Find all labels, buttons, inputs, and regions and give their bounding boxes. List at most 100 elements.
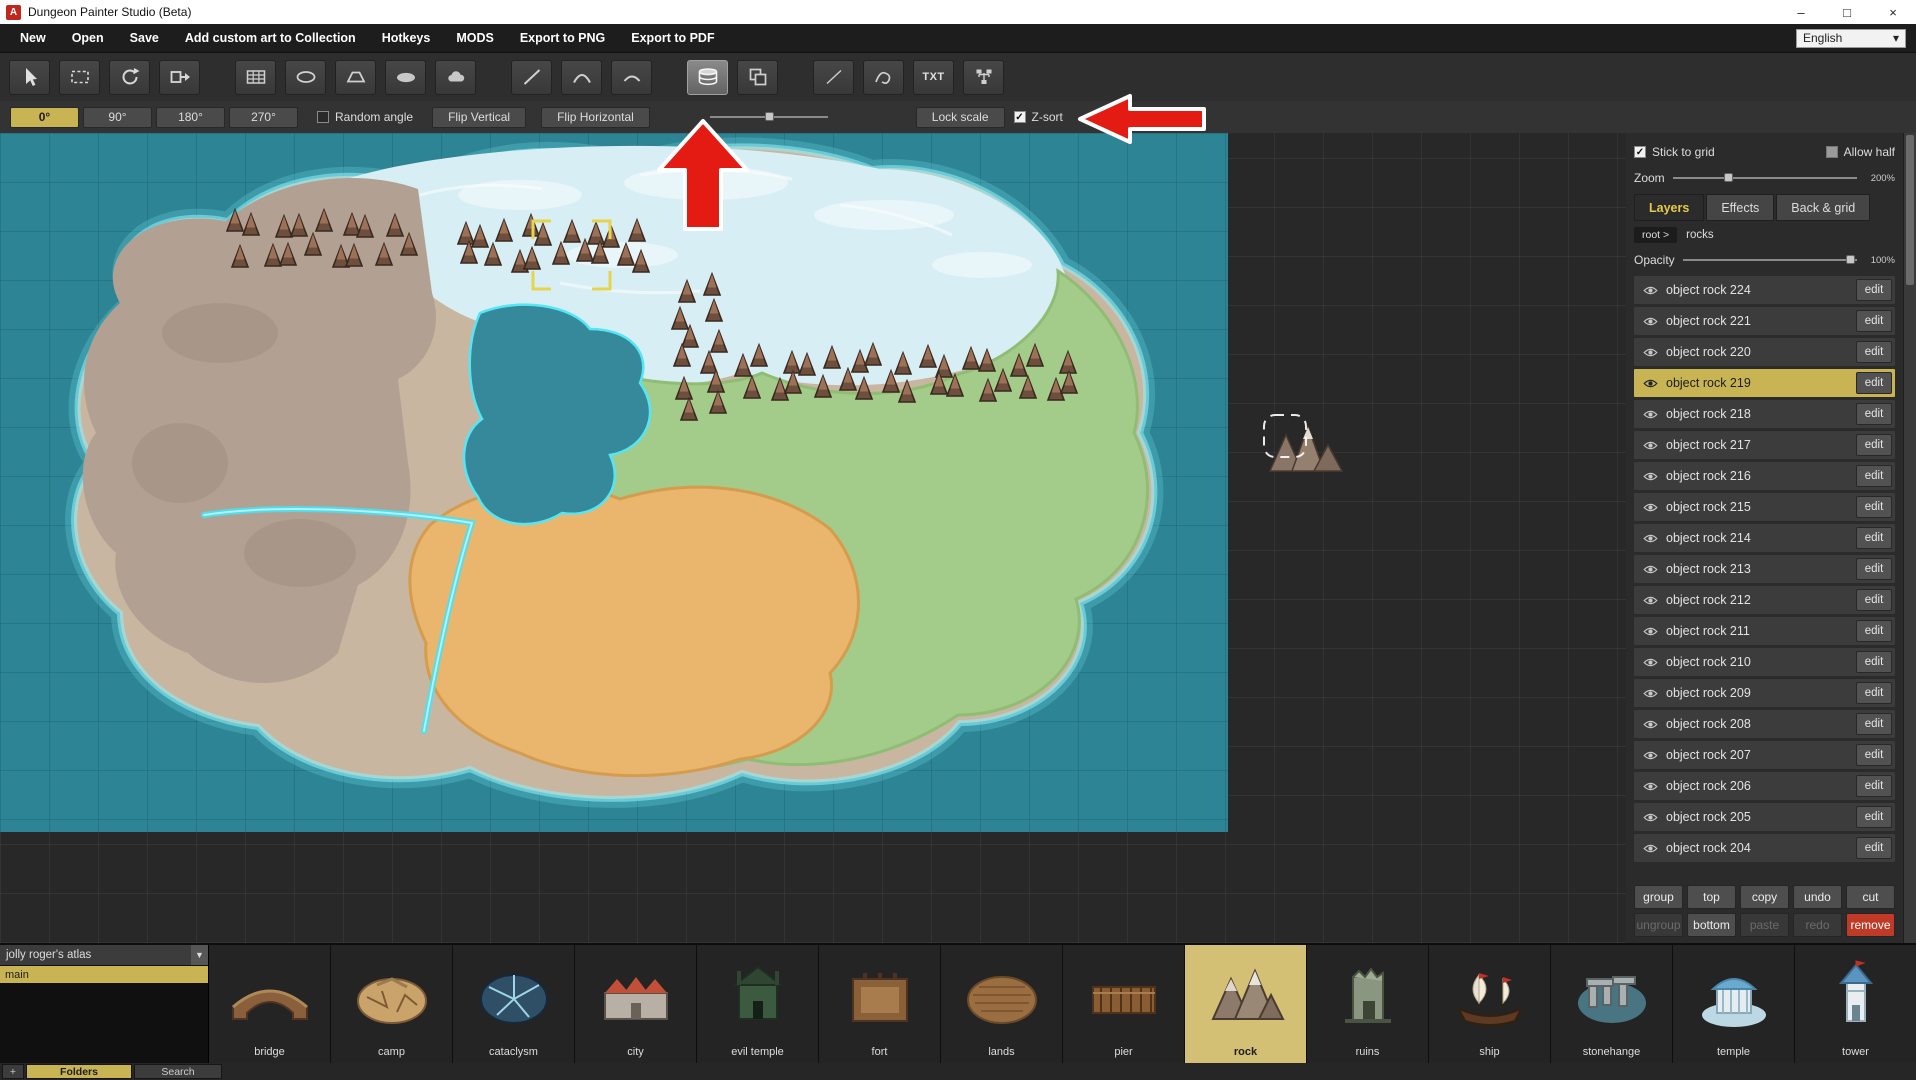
menu-item-add-custom-art-to-collection[interactable]: Add custom art to Collection — [175, 27, 366, 49]
asset-card-pier[interactable]: pier — [1063, 945, 1185, 1064]
visibility-eye-icon[interactable] — [1643, 564, 1658, 575]
selected-rock-object[interactable] — [1262, 413, 1350, 487]
layer-row-object-rock-219[interactable]: object rock 219 edit — [1634, 369, 1895, 397]
layer-edit-button[interactable]: edit — [1856, 341, 1892, 363]
visibility-eye-icon[interactable] — [1643, 347, 1658, 358]
rotate-0deg-button[interactable]: 0° — [10, 106, 79, 128]
layer-edit-button[interactable]: edit — [1856, 713, 1892, 735]
asset-card-city[interactable]: city — [575, 945, 697, 1064]
menu-item-export-to-pdf[interactable]: Export to PDF — [621, 27, 724, 49]
layer-edit-button[interactable]: edit — [1856, 279, 1892, 301]
visibility-eye-icon[interactable] — [1643, 843, 1658, 854]
atlas-dropdown[interactable]: jolly roger's atlas ▼ — [0, 945, 208, 965]
rotate-90deg-button[interactable]: 90° — [83, 106, 152, 128]
menu-item-new[interactable]: New — [10, 27, 56, 49]
layer-row-object-rock-217[interactable]: object rock 217 edit — [1634, 431, 1895, 459]
menu-item-mods[interactable]: MODS — [446, 27, 504, 49]
node-tree-tool-button[interactable] — [963, 59, 1004, 95]
pointer-tool-button[interactable] — [9, 59, 50, 95]
layer-row-object-rock-208[interactable]: object rock 208 edit — [1634, 710, 1895, 738]
visibility-eye-icon[interactable] — [1643, 688, 1658, 699]
visibility-eye-icon[interactable] — [1643, 626, 1658, 637]
tab-layers[interactable]: Layers — [1634, 194, 1705, 221]
zoom-slider[interactable] — [1672, 172, 1857, 184]
layer-edit-button[interactable]: edit — [1856, 806, 1892, 828]
visibility-eye-icon[interactable] — [1643, 440, 1658, 451]
visibility-eye-icon[interactable] — [1643, 812, 1658, 823]
visibility-eye-icon[interactable] — [1643, 719, 1658, 730]
flip-vertical-button[interactable]: Flip Vertical — [432, 106, 527, 128]
layer-edit-button[interactable]: edit — [1856, 682, 1892, 704]
asset-card-temple[interactable]: temple — [1673, 945, 1795, 1064]
layer-edit-button[interactable]: edit — [1856, 837, 1892, 859]
top-button[interactable]: top — [1687, 885, 1736, 909]
menu-item-open[interactable]: Open — [62, 27, 114, 49]
layer-row-object-rock-212[interactable]: object rock 212 edit — [1634, 586, 1895, 614]
slider-handle[interactable] — [764, 112, 774, 121]
layer-edit-button[interactable]: edit — [1856, 651, 1892, 673]
map-canvas[interactable] — [0, 133, 1626, 943]
layer-row-object-rock-218[interactable]: object rock 218 edit — [1634, 400, 1895, 428]
rotate-180deg-button[interactable]: 180° — [156, 106, 225, 128]
asset-card-fort[interactable]: fort — [819, 945, 941, 1064]
line-draw-tool-button[interactable] — [813, 59, 854, 95]
minimize-button[interactable]: – — [1778, 0, 1824, 24]
asset-card-rock[interactable]: rock — [1185, 945, 1307, 1064]
visibility-eye-icon[interactable] — [1643, 657, 1658, 668]
layer-edit-button[interactable]: edit — [1856, 589, 1892, 611]
asset-card-ruins[interactable]: ruins — [1307, 945, 1429, 1064]
panel-scrollbar[interactable] — [1903, 133, 1916, 943]
menu-item-save[interactable]: Save — [120, 27, 169, 49]
allow-half-checkbox[interactable]: Allow half — [1825, 145, 1895, 159]
asset-card-evil-temple[interactable]: evil temple — [697, 945, 819, 1064]
visibility-eye-icon[interactable] — [1643, 595, 1658, 606]
close-button[interactable]: × — [1870, 0, 1916, 24]
group-button[interactable]: group — [1634, 885, 1683, 909]
add-folder-button[interactable]: + — [2, 1064, 24, 1079]
maximize-button[interactable]: □ — [1824, 0, 1870, 24]
folders-tab-button[interactable]: Folders — [26, 1064, 132, 1079]
asset-card-tower[interactable]: tower — [1795, 945, 1916, 1064]
layer-row-object-rock-210[interactable]: object rock 210 edit — [1634, 648, 1895, 676]
menu-item-export-to-png[interactable]: Export to PNG — [510, 27, 615, 49]
layer-row-object-rock-209[interactable]: object rock 209 edit — [1634, 679, 1895, 707]
layer-edit-button[interactable]: edit — [1856, 744, 1892, 766]
trapezoid-room-tool-button[interactable] — [335, 59, 376, 95]
asset-card-lands[interactable]: lands — [941, 945, 1063, 1064]
layer-edit-button[interactable]: edit — [1856, 434, 1892, 456]
layer-row-object-rock-216[interactable]: object rock 216 edit — [1634, 462, 1895, 490]
rotate-270deg-button[interactable]: 270° — [229, 106, 298, 128]
text-tool-button[interactable]: TXT — [913, 59, 954, 95]
ellipse-room-tool-button[interactable] — [285, 59, 326, 95]
marquee-select-tool-button[interactable] — [59, 59, 100, 95]
scale-slider[interactable] — [709, 110, 828, 124]
cut-button[interactable]: cut — [1846, 885, 1895, 909]
visibility-eye-icon[interactable] — [1643, 750, 1658, 761]
layer-row-object-rock-220[interactable]: object rock 220 edit — [1634, 338, 1895, 366]
visibility-eye-icon[interactable] — [1643, 316, 1658, 327]
remove-button[interactable]: remove — [1846, 913, 1895, 937]
layer-row-object-rock-215[interactable]: object rock 215 edit — [1634, 493, 1895, 521]
wall-arc-tool-button[interactable] — [611, 59, 652, 95]
tab-back-grid[interactable]: Back & grid — [1776, 194, 1871, 221]
stick-to-grid-checkbox[interactable]: Stick to grid — [1634, 145, 1715, 159]
wall-curve-tool-button[interactable] — [561, 59, 602, 95]
layer-row-object-rock-213[interactable]: object rock 213 edit — [1634, 555, 1895, 583]
layer-edit-button[interactable]: edit — [1856, 620, 1892, 642]
layer-edit-button[interactable]: edit — [1856, 465, 1892, 487]
layer-row-object-rock-211[interactable]: object rock 211 edit — [1634, 617, 1895, 645]
cloud-room-tool-button[interactable] — [435, 59, 476, 95]
breadcrumb-root[interactable]: root > — [1634, 227, 1678, 243]
wall-line-tool-button[interactable] — [511, 59, 552, 95]
layer-edit-button[interactable]: edit — [1856, 310, 1892, 332]
menu-item-hotkeys[interactable]: Hotkeys — [372, 27, 441, 49]
layer-edit-button[interactable]: edit — [1856, 496, 1892, 518]
lock-scale-button[interactable]: Lock scale — [915, 106, 1005, 128]
layer-edit-button[interactable]: edit — [1856, 558, 1892, 580]
layer-row-object-rock-204[interactable]: object rock 204 edit — [1634, 834, 1895, 862]
layer-row-object-rock-206[interactable]: object rock 206 edit — [1634, 772, 1895, 800]
scrollbar-thumb[interactable] — [1906, 135, 1914, 285]
layer-edit-button[interactable]: edit — [1856, 372, 1892, 394]
visibility-eye-icon[interactable] — [1643, 409, 1658, 420]
layer-edit-button[interactable]: edit — [1856, 403, 1892, 425]
